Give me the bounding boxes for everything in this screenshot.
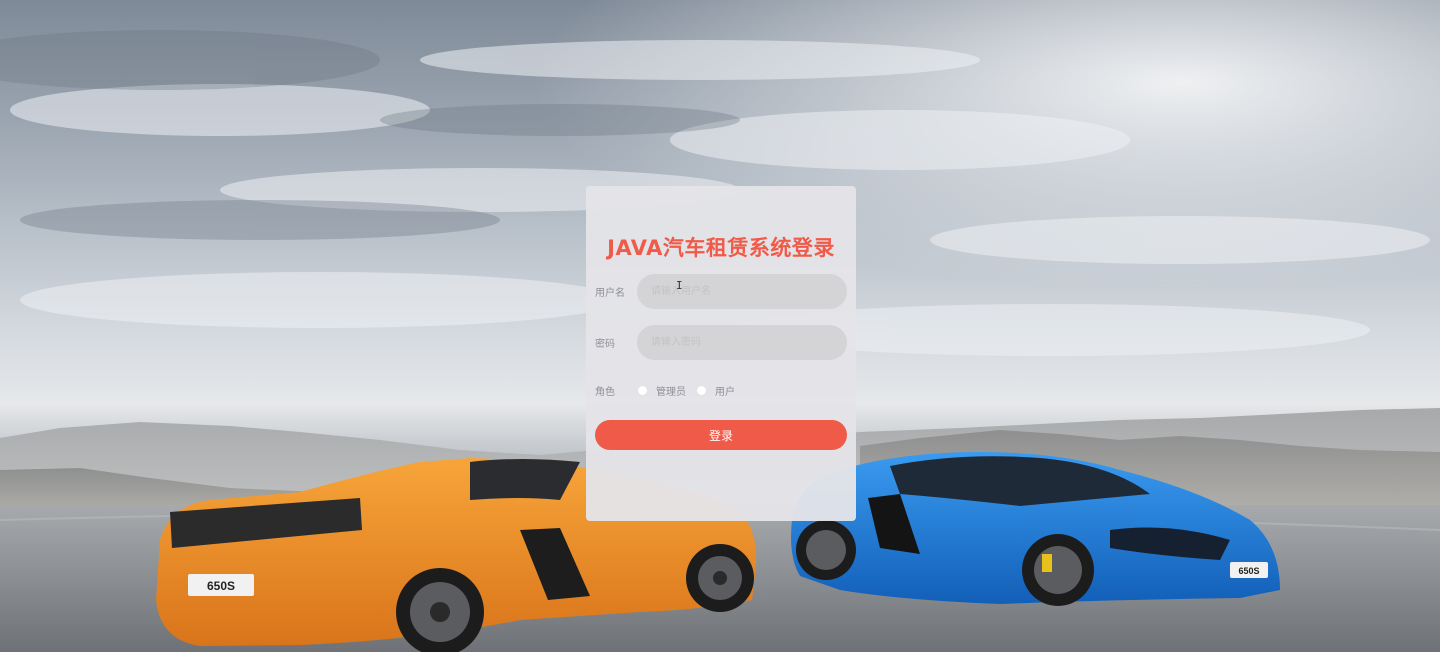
role-row: 角色 管理员 用户 xyxy=(595,382,847,398)
role-label: 角色 xyxy=(595,387,615,398)
role-admin-radio[interactable]: 管理员 xyxy=(637,382,686,398)
password-label: 密码 xyxy=(595,339,615,350)
login-title: JAVA汽车租赁系统登录 xyxy=(607,236,835,260)
username-row: 用户名 xyxy=(595,274,847,309)
login-button[interactable]: 登录 xyxy=(595,420,847,450)
role-user-label: 用户 xyxy=(715,386,735,398)
role-admin-label: 管理员 xyxy=(656,386,686,398)
username-input[interactable] xyxy=(637,274,847,309)
login-page: 650S 650S JAVA汽车租赁系统登录 用户名 请输入用户名 密码 角色 … xyxy=(0,0,1440,652)
password-row: 密码 xyxy=(595,325,847,360)
password-input[interactable] xyxy=(637,325,847,360)
username-label: 用户名 xyxy=(595,288,625,299)
login-panel: JAVA汽车租赁系统登录 用户名 密码 角色 管理员 用户 登录 xyxy=(586,186,856,521)
text-cursor-icon: I xyxy=(676,279,683,292)
right-car-plate: 650S xyxy=(1238,566,1259,576)
role-user-radio[interactable]: 用户 xyxy=(696,382,735,398)
left-car-plate: 650S xyxy=(207,579,235,593)
radio-circle-icon[interactable] xyxy=(696,384,707,396)
radio-circle-icon[interactable] xyxy=(637,384,648,396)
